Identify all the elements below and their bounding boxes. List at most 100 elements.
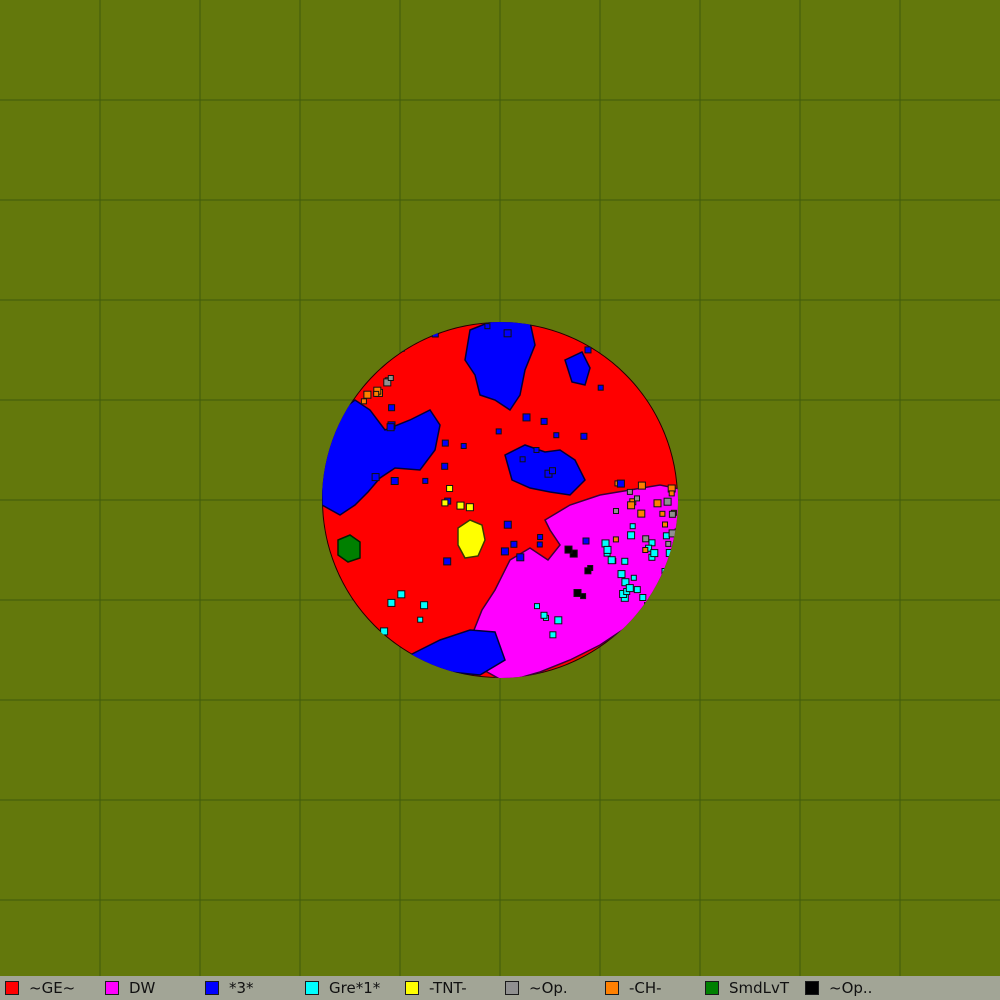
territory-tile — [534, 603, 540, 610]
territory-tile — [580, 432, 588, 440]
legend-item: SmdLvT — [700, 976, 800, 1000]
legend-bar: ~GE~ DW *3* Gre*1* -TNT- ~Op. -CH- SmdLvT ~Op.. — [0, 976, 1000, 1000]
territory-tile — [443, 557, 452, 566]
territory-tile — [553, 432, 560, 439]
legend-item: *3* — [200, 976, 300, 1000]
legend-label: ~GE~ — [29, 979, 76, 997]
territory-tile — [549, 631, 557, 639]
territory-tile — [582, 537, 590, 545]
territory-tile — [537, 534, 544, 540]
legend-swatch — [5, 981, 19, 995]
legend-label: *3* — [229, 979, 254, 997]
territory-tile — [495, 428, 502, 435]
territory-tile — [584, 567, 592, 575]
territory-tile — [621, 557, 629, 565]
territory-tile — [446, 485, 454, 492]
legend-swatch — [505, 981, 519, 995]
legend-label: -TNT- — [429, 979, 467, 997]
legend-swatch — [605, 981, 619, 995]
territory-tile — [360, 398, 367, 405]
territory-tile — [662, 521, 668, 528]
territory-tile — [554, 616, 563, 625]
territory-tile — [663, 497, 672, 506]
legend-item: Gre*1* — [300, 976, 400, 1000]
legend-label: Gre*1* — [329, 979, 381, 997]
territory-tile — [627, 531, 636, 540]
territory-tile — [388, 404, 396, 412]
game-map[interactable] — [0, 0, 1000, 976]
territory-tile — [390, 477, 399, 485]
territory-tile — [386, 423, 395, 432]
territory-tile — [613, 508, 619, 514]
legend-swatch — [805, 981, 819, 995]
legend-item: ~Op. — [500, 976, 600, 1000]
legend-item: -TNT- — [400, 976, 500, 1000]
territory-tile — [625, 584, 634, 593]
territory-tile — [603, 545, 612, 554]
territory-tile — [584, 346, 592, 354]
legend-swatch — [305, 981, 319, 995]
territory-tile — [536, 541, 543, 548]
legend-label: SmdLvT — [729, 979, 790, 997]
territory-tile — [616, 479, 625, 488]
territory-tile — [387, 375, 394, 381]
legend-item: -CH- — [600, 976, 700, 1000]
territory-tile — [650, 549, 659, 558]
legend-item: ~GE~ — [0, 976, 100, 1000]
territory-tile — [637, 509, 646, 518]
territory-tile — [627, 501, 636, 510]
legend-item: DW — [100, 976, 200, 1000]
legend-label: ~Op. — [529, 979, 568, 997]
territory-tile — [626, 488, 633, 495]
territory-tile — [533, 447, 540, 453]
territory-tile — [564, 545, 573, 554]
territory-tile — [422, 477, 429, 484]
territory-tile — [484, 323, 491, 330]
territory-tile — [597, 384, 604, 391]
smd-territory — [337, 534, 361, 563]
territory-tile — [465, 503, 474, 512]
territory-tile — [668, 510, 676, 518]
territory-tile — [500, 547, 509, 556]
legend-swatch — [405, 981, 419, 995]
territory-tile — [417, 616, 424, 623]
territory-tile — [540, 611, 548, 619]
legend-item: ~Op.. — [800, 976, 900, 1000]
territory-tile — [665, 540, 672, 547]
territory-tile — [460, 443, 467, 449]
territory-tile — [441, 499, 449, 507]
territory-tile — [633, 586, 641, 594]
legend-swatch — [105, 981, 119, 995]
territory-tile — [653, 499, 662, 508]
legend-label: -CH- — [629, 979, 662, 997]
territory-tile — [629, 523, 636, 530]
territory-tile — [639, 594, 647, 601]
territory-tile — [662, 532, 670, 540]
territory-tile — [516, 553, 525, 562]
territory-tile — [503, 520, 512, 529]
territory-tile — [668, 490, 675, 497]
territory-tile — [540, 417, 548, 425]
territory-tile — [397, 590, 406, 599]
territory-tile — [456, 501, 465, 510]
legend-label: ~Op.. — [829, 979, 873, 997]
legend-swatch — [205, 981, 219, 995]
territory-tile — [503, 329, 512, 338]
territory-tile — [363, 390, 372, 399]
legend-label: DW — [129, 979, 156, 997]
territory-tile — [510, 540, 518, 548]
territory-tile — [387, 598, 396, 607]
territory-tile — [420, 601, 429, 610]
territory-tile — [659, 510, 666, 517]
territory-tile — [607, 556, 616, 565]
territory-tile — [371, 473, 380, 482]
legend-swatch — [705, 981, 719, 995]
territory-tile — [612, 536, 619, 543]
territory-tile — [601, 539, 610, 548]
territory-tile — [549, 467, 556, 475]
territory-tile — [573, 589, 582, 597]
territory-tile — [373, 390, 380, 397]
territory-tile — [642, 535, 650, 543]
territory-tile — [634, 495, 640, 502]
territory-tile — [637, 481, 646, 490]
